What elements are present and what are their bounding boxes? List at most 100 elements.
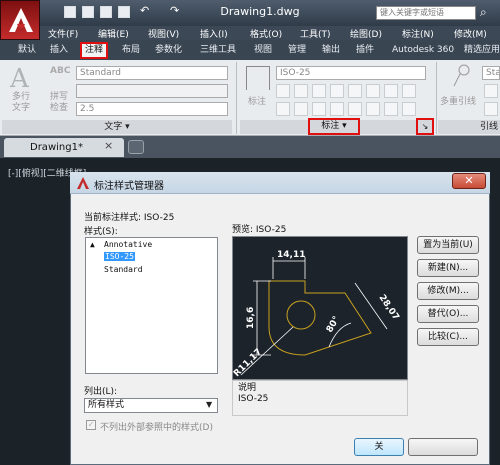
- dim-style-combo[interactable]: ISO-25: [276, 66, 426, 80]
- menu-dimension[interactable]: 标注(N): [402, 27, 434, 40]
- tab-3d-tools[interactable]: 三维工具: [200, 43, 236, 58]
- dim-panel-title-label: 标注: [321, 121, 340, 131]
- modify-button[interactable]: 修改(M)...: [417, 282, 479, 300]
- list-item-selected[interactable]: ISO-25: [104, 252, 135, 261]
- justify-left-icon[interactable]: [366, 102, 380, 116]
- current-style-label: 当前标注样式: ISO-25: [84, 213, 175, 223]
- new-tab-icon[interactable]: [128, 140, 144, 154]
- justify-center-icon[interactable]: [384, 102, 398, 116]
- new-button[interactable]: 新建(N)...: [417, 259, 479, 277]
- open-file-icon[interactable]: [82, 6, 94, 18]
- text-height-combo[interactable]: 2.5: [76, 102, 228, 116]
- dim-space-icon[interactable]: [330, 84, 344, 98]
- multiline-text-icon[interactable]: A: [10, 64, 29, 94]
- new-file-icon[interactable]: [64, 6, 76, 18]
- override-button[interactable]: 替代(O)...: [417, 305, 479, 323]
- menu-draw[interactable]: 绘图(D): [350, 27, 382, 40]
- tab-plugins[interactable]: 插件: [356, 43, 374, 58]
- tab-manage[interactable]: 管理: [288, 43, 306, 58]
- description-value: ISO-25: [238, 394, 269, 404]
- list-item[interactable]: Standard: [104, 265, 143, 274]
- jogged-linear-icon[interactable]: [276, 102, 290, 116]
- reassociate-icon[interactable]: [312, 102, 326, 116]
- multileader-icon[interactable]: [452, 64, 472, 88]
- dim-style-launcher-icon[interactable]: ↘: [416, 118, 434, 135]
- panel-separator: [436, 62, 437, 134]
- help-button[interactable]: [408, 438, 478, 456]
- dim-radius-text: R11,17: [233, 347, 264, 379]
- menu-bar: 文件(F) 编辑(E) 视图(V) 插入(I) 格式(O) 工具(T) 绘图(D…: [40, 26, 500, 40]
- linear-dim-icon[interactable]: [246, 66, 270, 90]
- close-icon[interactable]: ✕: [452, 173, 486, 189]
- tab-featured-apps[interactable]: 精选应用: [464, 43, 500, 58]
- tab-output[interactable]: 输出: [322, 43, 340, 58]
- save-icon[interactable]: [100, 6, 112, 18]
- dim-break-icon[interactable]: [348, 84, 362, 98]
- app-menu-button[interactable]: [0, 0, 40, 40]
- oblique-icon[interactable]: [330, 102, 344, 116]
- dim-right-text: 28,07: [377, 293, 401, 322]
- menu-view[interactable]: 视图(V): [148, 27, 179, 40]
- tab-annotate[interactable]: 注释: [80, 42, 109, 59]
- preview-label: 预览: ISO-25: [232, 225, 287, 235]
- search-input[interactable]: 键入关键字或短语: [376, 6, 476, 20]
- search-icon[interactable]: ⌕: [480, 5, 496, 21]
- dim-label: 标注: [248, 97, 267, 107]
- tab-parametric[interactable]: 参数化: [155, 43, 182, 58]
- menu-format[interactable]: 格式(O): [250, 27, 282, 40]
- tab-view[interactable]: 视图: [254, 43, 272, 58]
- annotative-icon: ▲: [90, 240, 95, 249]
- text-style-combo[interactable]: Standard: [76, 66, 228, 80]
- autocad-logo-icon: [9, 8, 33, 32]
- menu-edit[interactable]: 编辑(E): [98, 27, 129, 40]
- text-angle-icon[interactable]: [348, 102, 362, 116]
- leader-style-combo[interactable]: Stan: [482, 66, 500, 80]
- exclude-xref-checkbox[interactable]: ✓: [86, 420, 96, 430]
- tab-insert[interactable]: 插入: [50, 43, 68, 58]
- menu-insert[interactable]: 插入(I): [200, 27, 228, 40]
- center-mark-icon[interactable]: [384, 84, 398, 98]
- dim-panel-title[interactable]: 标注 ▾: [308, 118, 360, 135]
- inspect-icon[interactable]: [402, 84, 416, 98]
- tolerance-icon[interactable]: [366, 84, 380, 98]
- multiline-text-label: 多行 文字: [12, 92, 31, 113]
- list-filter-select[interactable]: 所有样式: [84, 398, 218, 413]
- set-current-button[interactable]: 置为当前(U): [417, 236, 479, 254]
- menu-modify[interactable]: 修改(M): [454, 27, 487, 40]
- text-panel-title[interactable]: 文字 ▾: [2, 120, 232, 134]
- dim-top-text: 14,11: [277, 250, 305, 260]
- list-item[interactable]: Annotative: [104, 240, 152, 249]
- dim-angle-text: 80°: [325, 315, 342, 335]
- close-tab-icon[interactable]: ×: [104, 139, 113, 152]
- exclude-xref-label: 不列出外部参照中的样式(D): [100, 423, 213, 433]
- undo-icon[interactable]: ↶: [140, 5, 160, 18]
- quick-dim-icon[interactable]: [276, 84, 290, 98]
- style-preview: 14,11 16,6 28,07 80° R11,17: [232, 236, 408, 380]
- menu-file[interactable]: 文件(F): [48, 27, 78, 40]
- menu-tools[interactable]: 工具(T): [300, 27, 331, 40]
- text-font-combo[interactable]: [76, 84, 228, 98]
- spellcheck-label: 拼写 检查: [50, 92, 69, 113]
- align-leader-icon[interactable]: [484, 102, 498, 116]
- tab-layout[interactable]: 布局: [122, 43, 140, 58]
- ribbon-tab-bar: 默认 插入 注释 布局 参数化 三维工具 视图 管理 输出 插件 Autodes…: [0, 40, 500, 60]
- panel-separator: [236, 62, 237, 134]
- add-leader-icon[interactable]: [484, 84, 498, 98]
- redo-icon[interactable]: ↷: [170, 5, 190, 18]
- dimension-preview-drawing: 14,11 16,6 28,07 80° R11,17: [232, 250, 401, 379]
- print-icon[interactable]: [118, 6, 130, 18]
- spellcheck-icon[interactable]: ABC: [50, 66, 70, 76]
- chevron-down-icon[interactable]: ▼: [206, 400, 212, 409]
- continue-dim-icon[interactable]: [294, 84, 308, 98]
- tab-autodesk-360[interactable]: Autodesk 360: [392, 43, 454, 58]
- description-label: 说明: [238, 383, 257, 393]
- baseline-dim-icon[interactable]: [312, 84, 326, 98]
- tab-default[interactable]: 默认: [18, 43, 36, 58]
- compare-button[interactable]: 比较(C)...: [417, 328, 479, 346]
- justify-right-icon[interactable]: [402, 102, 416, 116]
- dialog-title: 标注样式管理器: [94, 181, 164, 192]
- close-button[interactable]: 关: [354, 438, 404, 456]
- leader-panel-title[interactable]: 引线: [438, 120, 500, 134]
- update-dim-icon[interactable]: [294, 102, 308, 116]
- document-title: Drawing1.dwg: [220, 5, 300, 18]
